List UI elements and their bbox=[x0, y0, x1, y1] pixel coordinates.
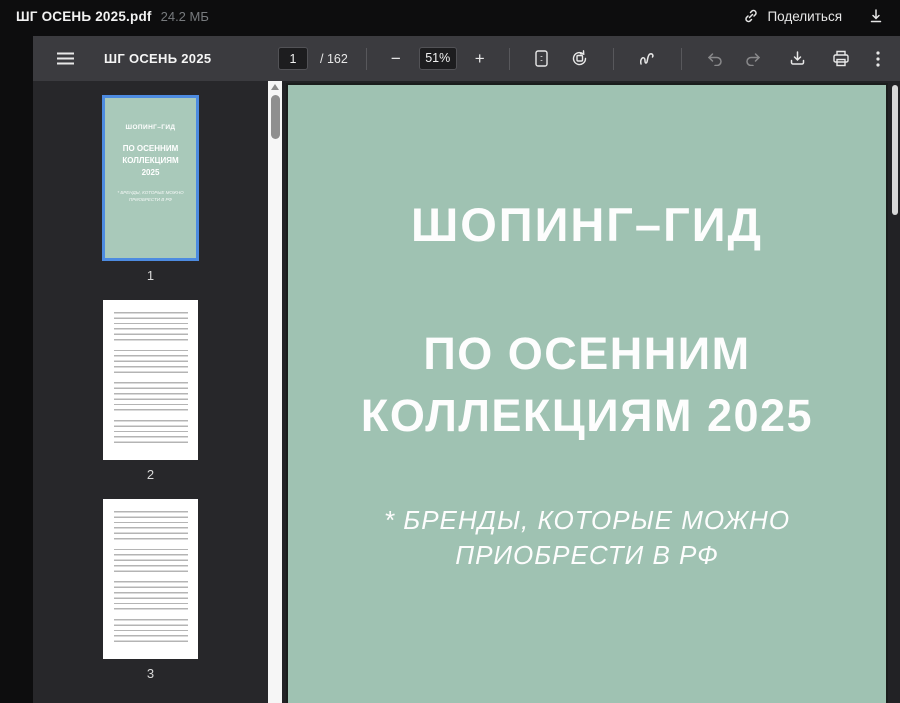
sidebar-toggle-button[interactable] bbox=[51, 48, 80, 69]
page-view-mode-button[interactable] bbox=[528, 46, 555, 71]
thumbnail-text-lines bbox=[114, 312, 188, 446]
cover-subtitle-line2: ПРИОБРЕСТИ В РФ bbox=[455, 540, 719, 570]
file-info: ШГ ОСЕНЬ 2025.pdf 24.2 МБ bbox=[16, 9, 209, 24]
page-view-icon bbox=[534, 50, 549, 67]
rotate-page-button[interactable] bbox=[565, 46, 595, 71]
divider bbox=[613, 48, 614, 70]
sidebar-scrollbar[interactable] bbox=[268, 81, 282, 703]
download-button[interactable] bbox=[783, 46, 812, 71]
print-button[interactable] bbox=[826, 46, 856, 71]
thumbnail-text-page[interactable] bbox=[103, 300, 198, 460]
pdf-viewer: ШГ ОСЕНЬ 2025 / 162 − 51% + bbox=[33, 36, 900, 703]
zoom-in-button[interactable]: + bbox=[469, 46, 491, 71]
zoom-level[interactable]: 51% bbox=[419, 47, 457, 70]
download-icon bbox=[789, 50, 806, 67]
file-size: 24.2 МБ bbox=[161, 9, 209, 24]
annotate-button[interactable] bbox=[632, 47, 663, 71]
cover-title: ШОПИНГ–ГИД bbox=[288, 197, 886, 252]
printer-icon bbox=[832, 50, 850, 67]
thumb-cover-subtitle: * БРЕНДЫ, КОТОРЫЕ МОЖНО ПРИОБРЕСТИ В РФ bbox=[114, 189, 187, 203]
cover-subtitle: * БРЕНДЫ, КОТОРЫЕ МОЖНО ПРИОБРЕСТИ В РФ bbox=[288, 503, 886, 573]
divider bbox=[681, 48, 682, 70]
divider bbox=[366, 48, 367, 70]
document-area: ШОПИНГ–ГИД ПО ОСЕННИМ КОЛЛЕКЦИЯМ 2025 * … bbox=[282, 81, 900, 703]
scroll-up-arrow-icon[interactable] bbox=[271, 84, 279, 90]
redo-icon bbox=[745, 52, 762, 66]
divider bbox=[509, 48, 510, 70]
sidebar-scrollbar-thumb[interactable] bbox=[271, 95, 280, 139]
viewer-toolbar: ШГ ОСЕНЬ 2025 / 162 − 51% + bbox=[33, 36, 900, 81]
document-scrollbar-thumb[interactable] bbox=[892, 85, 898, 215]
hamburger-icon bbox=[57, 52, 74, 65]
page-number-input[interactable] bbox=[278, 47, 308, 70]
cover-heading: ПО ОСЕННИМ КОЛЛЕКЦИЯМ 2025 bbox=[288, 323, 886, 447]
top-service-bar: ШГ ОСЕНЬ 2025.pdf 24.2 МБ Поделиться bbox=[0, 0, 900, 32]
undo-button[interactable] bbox=[700, 48, 729, 70]
thumbnail-page-3[interactable]: 3 bbox=[103, 499, 198, 690]
thumb-cover-title: ШОПИНГ–ГИД bbox=[126, 124, 176, 131]
thumbnails-sidebar: ШОПИНГ–ГИД ПО ОСЕННИМ КОЛЛЕКЦИЯМ 2025 * … bbox=[33, 81, 268, 703]
thumbnail-page-number[interactable]: 3 bbox=[147, 659, 154, 690]
cover-heading-line2: КОЛЛЕКЦИЯМ 2025 bbox=[361, 390, 813, 441]
thumbnail-page-number[interactable]: 1 bbox=[147, 261, 154, 292]
pen-squiggle-icon bbox=[638, 51, 657, 67]
thumbnail-text-lines bbox=[114, 511, 188, 645]
undo-icon bbox=[706, 52, 723, 66]
thumbnail-page-number[interactable]: 2 bbox=[147, 460, 154, 491]
cover-subtitle-line1: * БРЕНДЫ, КОТОРЫЕ МОЖНО bbox=[384, 505, 790, 535]
page-total: / 162 bbox=[320, 52, 348, 66]
share-button[interactable]: Поделиться bbox=[743, 8, 842, 24]
redo-button[interactable] bbox=[739, 48, 768, 70]
cover-heading-line1: ПО ОСЕННИМ bbox=[423, 328, 750, 379]
document-title: ШГ ОСЕНЬ 2025 bbox=[104, 51, 211, 66]
thumbnail-cover-page[interactable]: ШОПИНГ–ГИД ПО ОСЕННИМ КОЛЛЕКЦИЯМ 2025 * … bbox=[102, 95, 199, 261]
zoom-out-button[interactable]: − bbox=[385, 46, 407, 71]
rotate-icon bbox=[571, 50, 589, 67]
kebab-menu-icon bbox=[876, 51, 880, 67]
thumb-cover-heading: ПО ОСЕННИМ КОЛЛЕКЦИЯМ 2025 bbox=[113, 143, 188, 179]
thumbnail-page-1[interactable]: ШОПИНГ–ГИД ПО ОСЕННИМ КОЛЛЕКЦИЯМ 2025 * … bbox=[102, 95, 199, 292]
pdf-page-1: ШОПИНГ–ГИД ПО ОСЕННИМ КОЛЛЕКЦИЯМ 2025 * … bbox=[286, 83, 888, 703]
download-file-button[interactable] bbox=[868, 8, 884, 24]
thumbnail-text-page[interactable] bbox=[103, 499, 198, 659]
file-name: ШГ ОСЕНЬ 2025.pdf bbox=[16, 9, 152, 24]
share-label: Поделиться bbox=[767, 9, 842, 24]
more-options-button[interactable] bbox=[870, 47, 886, 71]
thumbnail-page-2[interactable]: 2 bbox=[103, 300, 198, 491]
link-icon bbox=[743, 8, 759, 24]
